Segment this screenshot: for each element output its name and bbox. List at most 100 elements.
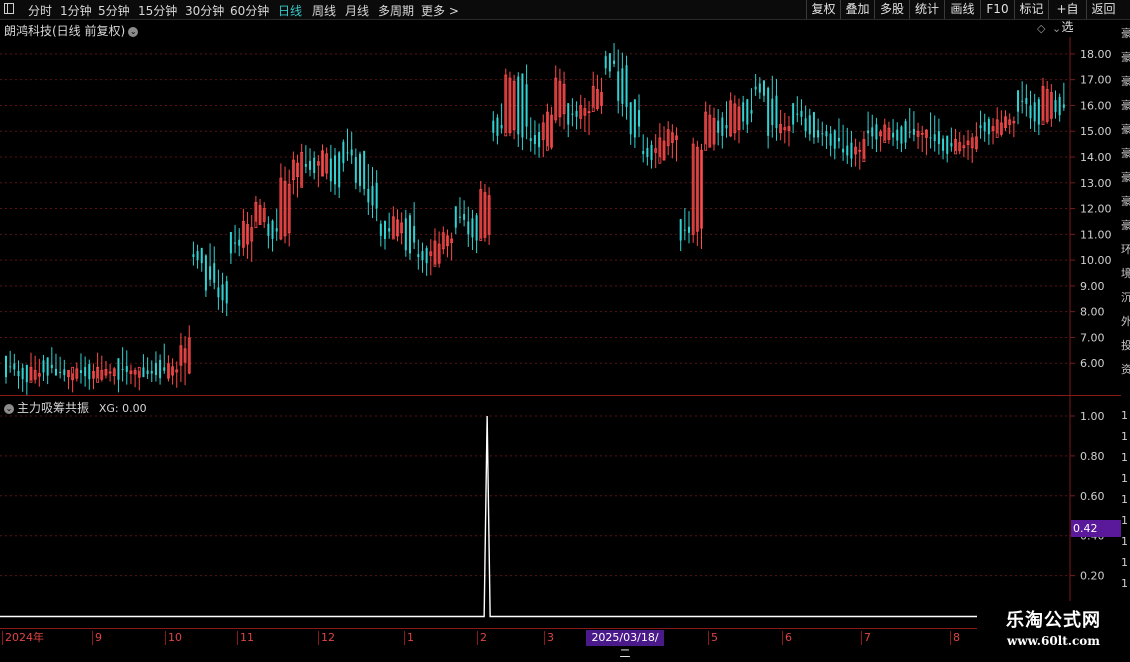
time-label: 9	[92, 631, 102, 645]
candle-body	[525, 84, 528, 127]
toolbar-button-5[interactable]: F10	[980, 0, 1014, 19]
diamond-icon[interactable]: ◇	[1037, 22, 1045, 35]
candle-body	[1017, 90, 1020, 112]
time-label: 5	[708, 631, 718, 645]
toolbar-button-1[interactable]: 叠加	[840, 0, 874, 19]
candle-body	[517, 76, 520, 135]
candle-body	[304, 163, 307, 167]
candle-body	[1025, 97, 1028, 104]
candle-body	[125, 366, 128, 372]
indicator-label: 0.60	[1080, 490, 1105, 503]
candle-body	[417, 254, 420, 258]
candle-body	[238, 239, 241, 246]
candle-body	[408, 215, 411, 254]
candle-body	[471, 218, 474, 238]
candle-body	[354, 157, 357, 183]
candle-body	[192, 254, 195, 258]
candle-body	[388, 228, 391, 232]
candle-body	[342, 141, 345, 164]
candle-body	[338, 152, 341, 188]
candle-body	[458, 216, 461, 218]
time-label: 7	[861, 631, 871, 645]
toolbar-button-4[interactable]: 画线	[944, 0, 980, 19]
candle-body	[42, 360, 45, 373]
candle-body	[50, 364, 53, 369]
indicator-label: 1.00	[1080, 410, 1105, 423]
candle-body	[21, 367, 24, 380]
candle-body	[1021, 100, 1024, 102]
candlestick-chart[interactable]: 18.00 17.00 16.00 15.00 14.00 13.00 12.00 11.00…	[0, 37, 1121, 395]
period-tab-2[interactable]: 5分钟	[98, 2, 130, 19]
dropdown-circle-icon[interactable]: ⌄	[128, 27, 139, 37]
toolbar-button-2[interactable]: 多股	[874, 0, 909, 19]
chevron-down-icon[interactable]: ⌄	[1052, 22, 1061, 35]
candle-body	[225, 281, 228, 304]
candle-body	[608, 53, 611, 72]
candle-body	[88, 363, 91, 380]
price-label: 8.00	[1080, 306, 1105, 319]
candle-body	[987, 119, 990, 135]
candle-body	[812, 112, 815, 138]
signal-line	[0, 415, 1070, 618]
watermark-line1: 乐淘公式网	[1006, 610, 1101, 631]
candle-body	[267, 223, 270, 236]
candle-body	[808, 115, 811, 135]
toolbar-button-6[interactable]: 标记	[1014, 0, 1048, 19]
candle-body	[275, 228, 278, 232]
candle-body	[979, 125, 982, 129]
time-label: 2	[477, 631, 487, 645]
period-tab-8[interactable]: 月线	[345, 2, 369, 19]
candle-body	[84, 367, 87, 377]
price-label: 12.00	[1080, 203, 1112, 216]
period-tab-9[interactable]: 多周期	[378, 2, 414, 19]
candle-body	[771, 98, 774, 126]
indicator-chart[interactable]: 1.000.800.600.400.20	[0, 396, 1121, 628]
candle-body	[804, 118, 807, 132]
period-tab-3[interactable]: 15分钟	[138, 2, 177, 19]
candle-body	[842, 148, 845, 153]
toolbar-button-7[interactable]: +自选	[1048, 0, 1086, 34]
clipped-side-panel: 豪豪豪豪豪豪豪豪豪环境沉外投资	[1121, 27, 1130, 376]
toolbar-button-8[interactable]: 返回	[1086, 0, 1120, 19]
candle-body	[742, 102, 745, 122]
candle-body	[950, 143, 953, 147]
candle-body	[163, 367, 166, 371]
current-value-tag: 0.42	[1071, 520, 1121, 537]
candle-body	[309, 160, 312, 170]
candle-body	[1062, 104, 1065, 108]
clipped-side-axis: 111111111	[1121, 409, 1128, 590]
price-label: 9.00	[1080, 280, 1105, 293]
candle-body	[571, 113, 574, 115]
price-label: 14.00	[1080, 151, 1112, 164]
period-tab-7[interactable]: 周线	[312, 2, 336, 19]
candle-body	[17, 370, 20, 377]
candle-body	[629, 102, 632, 135]
toolbar-button-0[interactable]: 复权	[806, 0, 840, 19]
candle-body	[871, 127, 874, 137]
candle-body	[642, 151, 645, 154]
time-label: 2024年	[2, 631, 44, 645]
candle-body	[463, 213, 466, 220]
price-label: 10.00	[1080, 254, 1112, 267]
candle-body	[413, 226, 416, 243]
candle-body	[837, 137, 840, 142]
candle-body	[46, 357, 49, 376]
period-tab-0[interactable]: 分时	[28, 2, 52, 19]
period-tab-10[interactable]: 更多 >	[421, 2, 459, 19]
period-tab-5[interactable]: 60分钟	[230, 2, 269, 19]
candle-body	[467, 221, 470, 235]
candle-body	[983, 122, 986, 132]
candle-body	[363, 150, 366, 189]
period-tab-6[interactable]: 日线	[278, 2, 302, 19]
toolbar-button-3[interactable]: 统计	[909, 0, 944, 19]
candle-body	[754, 86, 757, 90]
candle-body	[496, 117, 499, 136]
period-tab-4[interactable]: 30分钟	[185, 2, 224, 19]
candle-body	[454, 206, 457, 228]
candle-body	[867, 130, 870, 134]
period-tab-1[interactable]: 1分钟	[60, 2, 92, 19]
candle-body	[796, 113, 799, 115]
window-icon[interactable]	[4, 3, 14, 14]
candle-body	[817, 130, 820, 138]
candle-body	[150, 370, 153, 374]
